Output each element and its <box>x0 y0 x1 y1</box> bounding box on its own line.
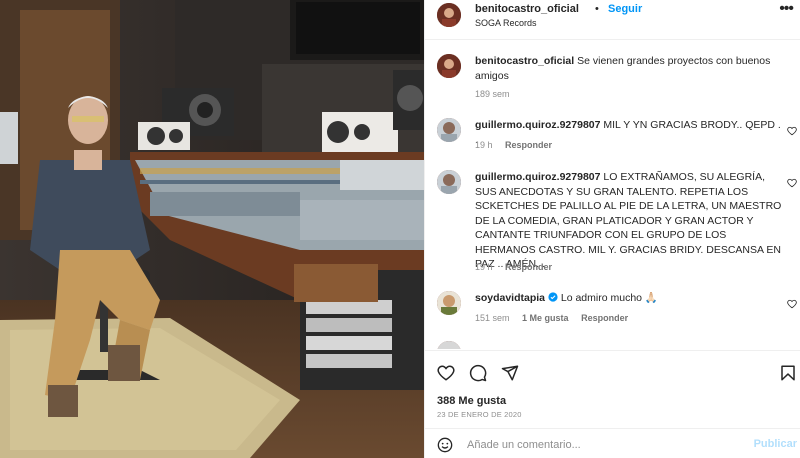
send-icon[interactable] <box>501 364 519 382</box>
comment-username[interactable]: guillermo.quiroz.9279807 <box>475 119 600 131</box>
comment-like-heart-icon[interactable] <box>787 178 797 188</box>
caption-meta: 189 sem <box>475 89 520 99</box>
caption-username[interactable]: benitocastro_oficial <box>475 55 574 67</box>
comment-input[interactable] <box>467 436 737 454</box>
comment-icon[interactable] <box>469 364 487 382</box>
heart-icon[interactable] <box>437 364 455 382</box>
commenter-avatar[interactable] <box>437 118 461 142</box>
smiley-icon[interactable] <box>437 437 453 453</box>
bookmark-icon[interactable] <box>779 364 797 382</box>
post-details-panel: benitocastro_oficial • Seguir SOGA Recor… <box>424 0 800 458</box>
publish-button[interactable]: Publicar <box>754 438 797 450</box>
reply-button[interactable]: Responder <box>505 140 552 150</box>
post-photo[interactable] <box>0 0 424 458</box>
comment-age: 19 h <box>475 140 493 150</box>
comment-meta: 19 h Responder <box>475 140 562 150</box>
separator-dot: • <box>595 3 599 15</box>
comment-age: 19 h <box>475 262 493 272</box>
comments-list[interactable]: benitocastro_oficial Se vienen grandes p… <box>425 41 800 349</box>
post-date: 23 DE ENERO DE 2020 <box>437 410 522 419</box>
add-comment-bar: Publicar <box>425 428 800 458</box>
comment-age: 151 sem <box>475 313 510 323</box>
reply-button[interactable]: Responder <box>505 262 552 272</box>
commenter-avatar[interactable] <box>437 291 461 315</box>
likes-count[interactable]: 388 Me gusta <box>437 395 506 407</box>
comment-text-block: guillermo.quiroz.9279807 LO EXTRAÑAMOS, … <box>475 170 785 272</box>
commenter-avatar[interactable] <box>437 170 461 194</box>
caption-text-block: benitocastro_oficial Se vienen grandes p… <box>475 54 785 83</box>
comment-text-block: soydavidtapia Lo admiro mucho 🙏🏻 <box>475 291 785 306</box>
follow-button[interactable]: Seguir <box>608 3 642 15</box>
post-location[interactable]: SOGA Records <box>475 18 537 28</box>
caption-avatar[interactable] <box>437 54 461 78</box>
verified-badge-icon <box>548 292 558 302</box>
comment-like-heart-icon[interactable] <box>787 299 797 309</box>
comment-text: Lo admiro mucho 🙏🏻 <box>560 292 658 304</box>
author-username[interactable]: benitocastro_oficial <box>475 3 579 15</box>
comment-like-heart-icon[interactable] <box>787 126 797 136</box>
comment-like-count[interactable]: 1 Me gusta <box>522 313 569 323</box>
author-avatar[interactable] <box>437 3 461 27</box>
comment-username[interactable]: soydavidtapia <box>475 292 545 304</box>
post-actions-bar <box>425 350 800 390</box>
comment-text: LO EXTRAÑAMOS, SU ALEGRÍA, SUS ANECDOTAS… <box>475 171 782 270</box>
caption-age: 189 sem <box>475 89 510 99</box>
commenter-avatar[interactable] <box>437 341 461 349</box>
studio-photo-illustration <box>0 0 424 458</box>
instagram-post-view: benitocastro_oficial • Seguir SOGA Recor… <box>0 0 800 458</box>
comment-username[interactable]: guillermo.quiroz.9279807 <box>475 171 600 183</box>
reply-button[interactable]: Responder <box>581 313 628 323</box>
more-horizontal-icon[interactable]: ••• <box>779 1 794 17</box>
comment-meta: 151 sem 1 Me gusta Responder <box>475 313 638 323</box>
post-header: benitocastro_oficial • Seguir SOGA Recor… <box>425 0 800 40</box>
comment-meta: 19 h Responder <box>475 262 562 272</box>
